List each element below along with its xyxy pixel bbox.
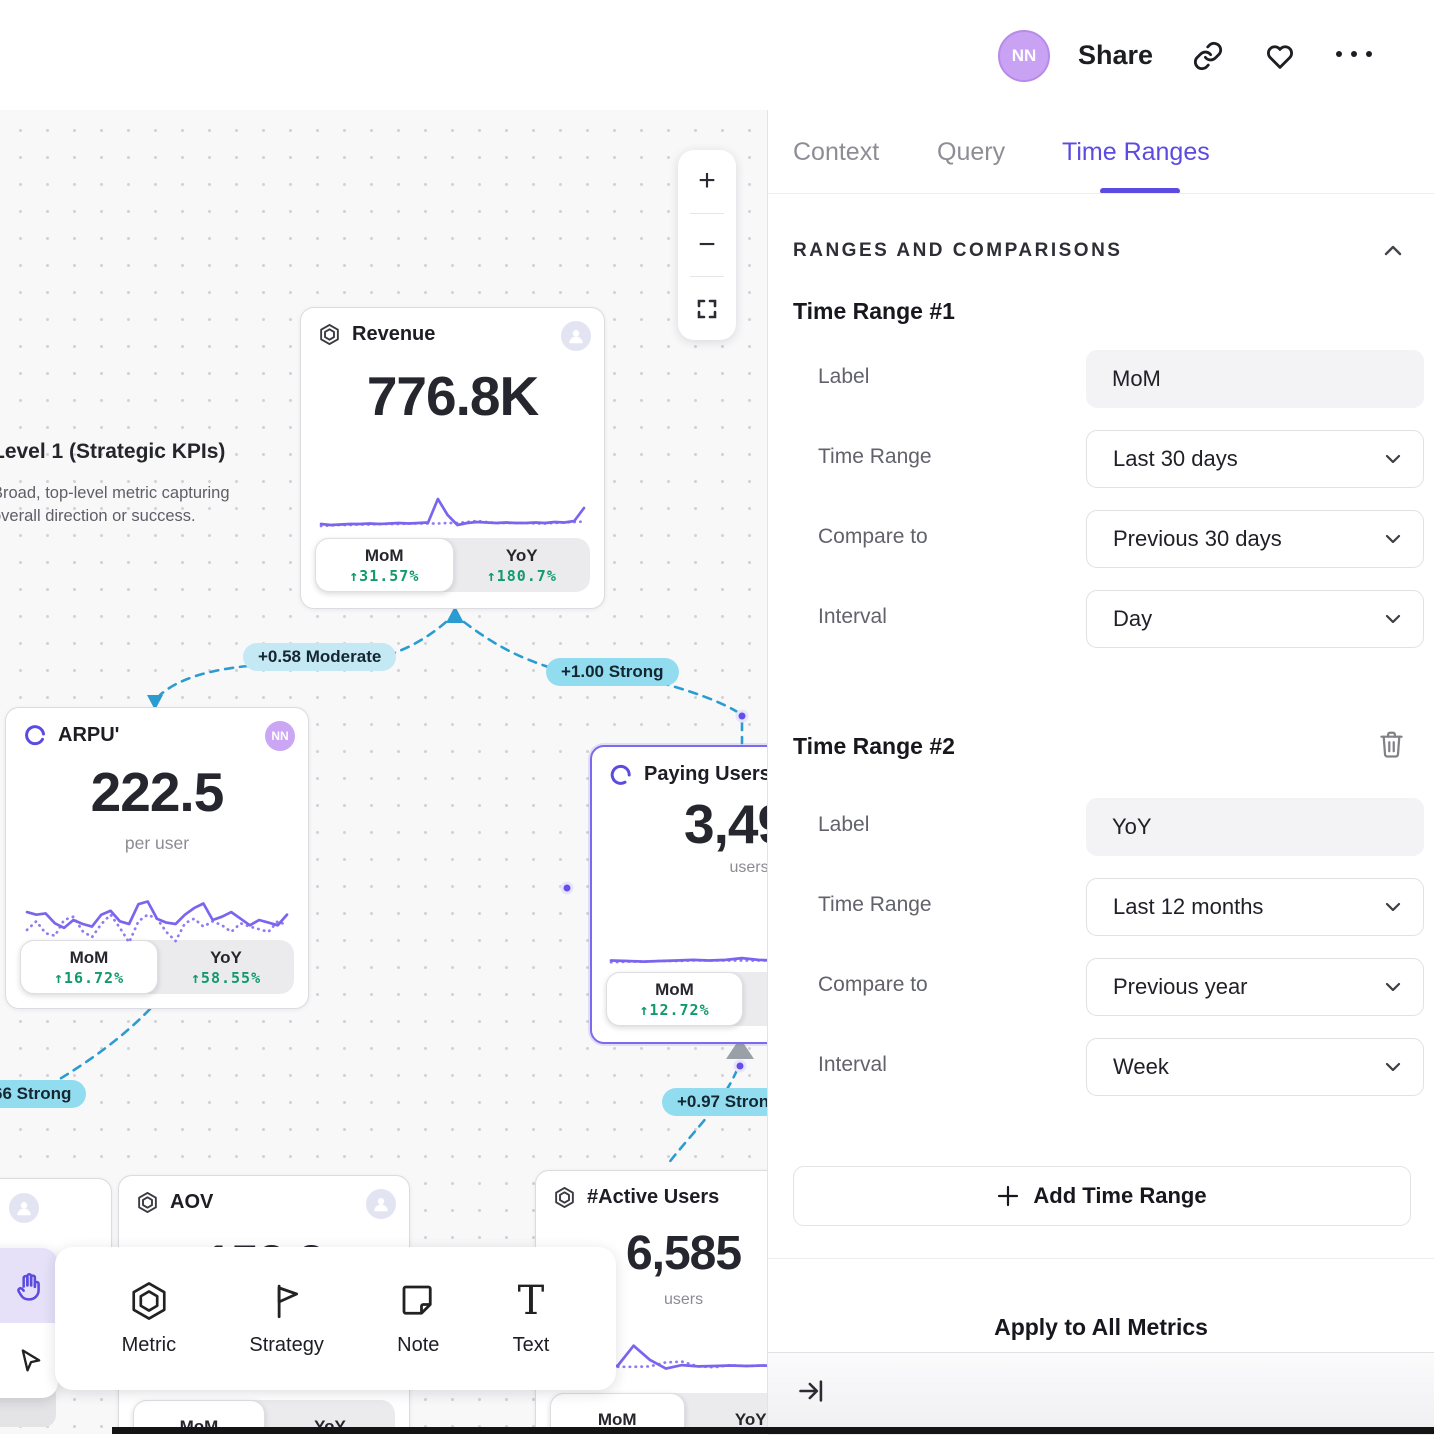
interval-select[interactable]: Day	[1086, 590, 1424, 648]
chevron-down-icon	[1385, 902, 1401, 912]
connector-handle-dot	[562, 883, 572, 893]
mom-chip[interactable]: MoM ↑31.57%	[315, 538, 454, 592]
label-input[interactable]: YoY	[1086, 798, 1424, 856]
compare-to-select[interactable]: Previous 30 days	[1086, 510, 1424, 568]
time-range-toggle: MoM ↑31.57% YoY ↑180.7%	[315, 538, 590, 592]
time-range-1-title: Time Range #1	[793, 298, 955, 325]
card-title: #Active Users	[587, 1186, 719, 1209]
canvas-toolbar: Metric Strategy Note T Text	[55, 1247, 616, 1390]
card-title: ARPU'	[58, 724, 119, 747]
loading-spinner-icon	[609, 762, 633, 786]
connector-handle-dot	[735, 1061, 745, 1071]
tab-query[interactable]: Query	[937, 138, 1005, 167]
label-field-label: Label	[818, 813, 869, 837]
owner-avatar[interactable]	[366, 1189, 396, 1219]
sparkline	[317, 471, 588, 535]
copy-link-icon[interactable]	[1192, 40, 1224, 72]
metric-unit: per user	[6, 833, 308, 854]
more-options-icon[interactable]	[1336, 51, 1372, 57]
window-edge-bar	[112, 1427, 1434, 1434]
chevron-down-icon	[1385, 982, 1401, 992]
compare-to-select[interactable]: Previous year	[1086, 958, 1424, 1016]
collapse-section-icon[interactable]	[1384, 244, 1402, 256]
interval-field-label: Interval	[818, 1053, 887, 1077]
share-button[interactable]: Share	[1078, 40, 1153, 71]
plus-icon	[997, 1185, 1019, 1207]
apply-to-all-metrics-button[interactable]: Apply to All Metrics	[768, 1314, 1434, 1341]
label-field-label: Label	[818, 365, 869, 389]
time-range-toggle: MoM ↑12.72%	[606, 972, 767, 1026]
metric-value: 222.5	[6, 760, 308, 824]
canvas-tool-strip	[0, 1248, 58, 1398]
canvas-zoom-controls: + −	[678, 150, 736, 340]
yoy-chip[interactable]	[743, 972, 767, 1026]
chevron-down-icon	[1385, 454, 1401, 464]
section-title: RANGES AND COMPARISONS	[793, 240, 1122, 262]
label-input[interactable]: MoM	[1086, 350, 1424, 408]
tab-context[interactable]: Context	[793, 138, 879, 167]
settings-panel: Context Query Time Ranges RANGES AND COM…	[768, 110, 1434, 1434]
metric-tree-canvas[interactable]: Level 1 (Strategic KPIs) Broad, top-leve…	[0, 110, 767, 1434]
metric-hexagon-icon	[318, 323, 341, 346]
owner-avatar[interactable]	[561, 321, 591, 351]
metric-card-revenue[interactable]: Revenue 776.8K MoM ↑31.57% YoY ↑180.7%	[300, 307, 605, 609]
compare-to-field-label: Compare to	[818, 525, 928, 549]
metric-value: 3,49	[684, 792, 767, 856]
compare-to-field-label: Compare to	[818, 973, 928, 997]
time-range-select[interactable]: Last 12 months	[1086, 878, 1424, 936]
top-header: NN Share	[0, 0, 1434, 110]
metric-unit: users	[704, 859, 767, 877]
collapse-panel-icon[interactable]	[797, 1377, 825, 1405]
add-time-range-button[interactable]: Add Time Range	[793, 1166, 1411, 1226]
group-note-body: Broad, top-level metric capturing overal…	[0, 482, 237, 529]
loading-spinner-icon	[23, 723, 47, 747]
tab-time-ranges[interactable]: Time Ranges	[1062, 138, 1210, 167]
yoy-chip[interactable]: YoY ↑180.7%	[454, 538, 591, 592]
metric-hexagon-icon	[136, 1191, 159, 1214]
correlation-badge-paying-active[interactable]: +0.97 Strong	[662, 1088, 767, 1116]
add-strategy-button[interactable]: Strategy	[249, 1280, 323, 1357]
owner-avatar[interactable]	[9, 1193, 39, 1223]
group-note-title: Level 1 (Strategic KPIs)	[0, 440, 225, 464]
add-metric-button[interactable]: Metric	[122, 1280, 176, 1357]
time-range-field-label: Time Range	[818, 893, 932, 917]
add-note-button[interactable]: Note	[397, 1280, 439, 1357]
fit-view-button[interactable]	[678, 277, 736, 340]
metric-card-arpu[interactable]: ARPU' NN 222.5 per user MoM ↑16.72% YoY …	[5, 707, 309, 1009]
chevron-down-icon	[1385, 534, 1401, 544]
owner-avatar[interactable]: NN	[265, 721, 295, 751]
user-avatar[interactable]: NN	[998, 30, 1050, 82]
correlation-badge-rev-paying[interactable]: +1.00 Strong	[546, 658, 679, 686]
interval-field-label: Interval	[818, 605, 887, 629]
card-title: Paying Users'	[644, 763, 767, 786]
add-text-button[interactable]: T Text	[513, 1280, 550, 1357]
card-title: AOV	[170, 1191, 213, 1214]
card-title: Revenue	[352, 323, 435, 346]
interval-select[interactable]: Week	[1086, 1038, 1424, 1096]
metric-value: 776.8K	[301, 364, 604, 428]
chevron-down-icon	[1385, 614, 1401, 624]
hand-tool-button[interactable]	[0, 1248, 58, 1323]
correlation-badge-arpu-child[interactable]: 66 Strong	[0, 1080, 86, 1108]
favorite-icon[interactable]	[1264, 40, 1296, 72]
connector-handle-dot	[737, 711, 747, 721]
time-range-field-label: Time Range	[818, 445, 932, 469]
panel-footer	[768, 1352, 1434, 1435]
zoom-in-button[interactable]: +	[678, 150, 736, 213]
sparkline	[23, 879, 291, 959]
metric-card-paying-users[interactable]: Paying Users' 3,49 users MoM ↑12.72%	[590, 745, 767, 1044]
zoom-out-button[interactable]: −	[678, 214, 736, 277]
metric-hexagon-icon	[553, 1186, 576, 1209]
chevron-down-icon	[1385, 1062, 1401, 1072]
correlation-badge-rev-arpu[interactable]: +0.58 Moderate	[243, 643, 396, 671]
time-range-select[interactable]: Last 30 days	[1086, 430, 1424, 488]
text-tool-icon: T	[518, 1280, 545, 1322]
select-tool-button[interactable]	[0, 1323, 58, 1398]
time-range-2-title: Time Range #2	[793, 733, 955, 760]
delete-time-range-icon[interactable]	[1378, 730, 1405, 759]
mom-chip[interactable]: MoM ↑12.72%	[606, 972, 743, 1026]
sparkline	[607, 902, 767, 974]
